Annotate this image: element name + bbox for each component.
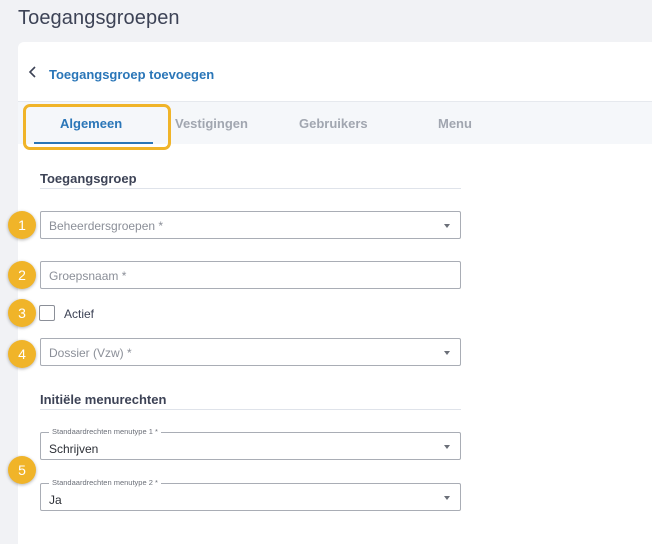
page-title: Toegangsgroepen <box>18 7 180 29</box>
tab-highlight-box <box>23 104 171 150</box>
caret-down-icon <box>444 445 450 449</box>
form-card: Toegangsgroep toevoegen Algemeen Vestigi… <box>8 42 652 544</box>
card-header: Toegangsgroep toevoegen <box>18 42 652 102</box>
step-badge-4: 4 <box>8 340 36 368</box>
form-title: Toegangsgroep toevoegen <box>49 67 215 82</box>
groepsnaam-placeholder: Groepsnaam * <box>49 269 127 283</box>
menutype1-select[interactable]: Standaardrechten menutype 1 * Schrijven <box>40 427 461 460</box>
menutype2-label: Standaardrechten menutype 2 * <box>49 478 161 487</box>
beheerdersgroepen-placeholder: Beheerdersgroepen * <box>49 219 164 233</box>
menutype2-select[interactable]: Standaardrechten menutype 2 * Ja <box>40 478 461 511</box>
caret-down-icon <box>444 496 450 500</box>
actief-checkbox[interactable] <box>39 305 55 321</box>
menutype2-value: Ja <box>49 493 62 507</box>
groepsnaam-input[interactable]: Groepsnaam * <box>40 261 461 289</box>
caret-down-icon <box>444 224 450 228</box>
section-divider <box>40 409 461 410</box>
tab-gebruikers[interactable]: Gebruikers <box>299 116 368 131</box>
section-divider <box>40 188 461 189</box>
chevron-left-icon[interactable] <box>28 66 38 78</box>
tab-menu[interactable]: Menu <box>438 116 472 131</box>
dossier-select[interactable]: Dossier (Vzw) * <box>40 338 461 366</box>
dossier-placeholder: Dossier (Vzw) * <box>49 346 132 360</box>
section-title-toegangsgroep: Toegangsgroep <box>40 171 137 186</box>
step-badge-3: 3 <box>8 299 36 327</box>
step-badge-5: 5 <box>8 456 36 484</box>
step-badge-2: 2 <box>8 261 36 289</box>
menutype1-value: Schrijven <box>49 442 99 456</box>
section-title-menurechten: Initiële menurechten <box>40 392 167 407</box>
caret-down-icon <box>444 351 450 355</box>
actief-label: Actief <box>64 307 95 321</box>
menutype1-label: Standaardrechten menutype 1 * <box>49 427 161 436</box>
tab-vestigingen[interactable]: Vestigingen <box>175 116 248 131</box>
beheerdersgroepen-select[interactable]: Beheerdersgroepen * <box>40 211 461 239</box>
step-badge-1: 1 <box>8 211 36 239</box>
